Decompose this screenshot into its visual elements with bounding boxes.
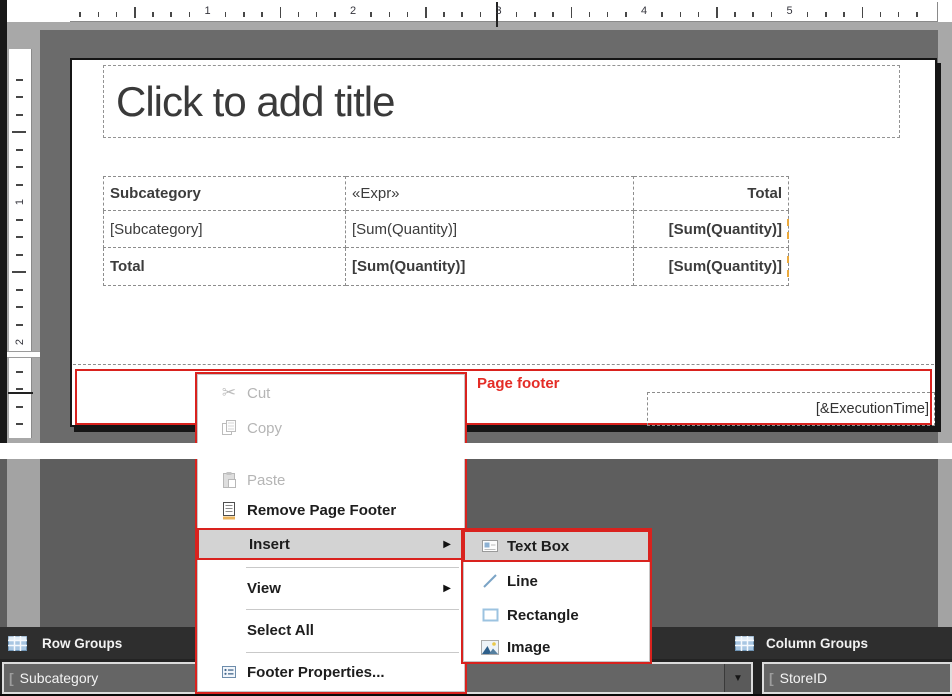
tablix-cell[interactable]: [Sum(Quantity)] <box>346 248 634 286</box>
tablix-cell[interactable]: [Sum(Quantity)] <box>346 211 634 248</box>
context-menu: ✂ Cut Copy Paste Remove Page Footer Inse… <box>195 372 467 694</box>
tablix-detail-row: [Subcategory] [Sum(Quantity)] [Sum(Quant… <box>104 211 789 248</box>
menu-item-view[interactable]: View ▶ <box>199 573 463 603</box>
tablix-cell[interactable]: «Expr» <box>346 177 634 211</box>
horizontal-ruler <box>70 2 938 22</box>
line-icon <box>473 573 507 589</box>
menu-separator <box>246 652 459 653</box>
tablix-cell[interactable]: Total <box>104 248 346 286</box>
ruler-cursor-indicator-y <box>8 392 33 394</box>
menu-item-paste[interactable]: Paste <box>199 465 463 495</box>
column-groups-grid-icon <box>735 636 754 651</box>
title-placeholder-text: Click to add title <box>116 78 394 126</box>
insert-submenu: Text Box Line Rectangle Image <box>461 528 652 664</box>
vertical-ruler <box>9 49 32 438</box>
group-bracket-icon: [ <box>9 670 14 686</box>
report-designer: 1234512 Click to add title Subcategory «… <box>0 0 952 696</box>
row-groups-label: Row Groups <box>42 636 122 651</box>
copy-icon <box>211 419 247 437</box>
tablix-cell[interactable]: Subcategory <box>104 177 346 211</box>
group-bracket-icon: [ <box>769 670 774 686</box>
submenu-arrow-icon: ▶ <box>443 583 451 594</box>
remove-page-footer-icon <box>211 501 247 520</box>
menu-separator <box>246 609 459 610</box>
column-groups-label: Column Groups <box>766 636 868 651</box>
execution-time-value: [&ExecutionTime] <box>816 401 929 417</box>
left-edge <box>0 0 7 443</box>
tablix-cell[interactable]: [Sum(Quantity)] <box>634 248 789 286</box>
menu-item-insert[interactable]: Insert ▶ <box>197 528 465 560</box>
page-footer-annotation-label: Page footer <box>477 375 560 392</box>
body-footer-divider <box>73 364 934 365</box>
row-groups-header: Row Groups <box>8 627 122 659</box>
grouping-pane-items: [ Subcategory ▼ [ StoreID <box>0 659 952 694</box>
row-group-dropdown-button[interactable]: ▼ <box>724 664 751 692</box>
lower-left-margin <box>7 459 40 627</box>
column-group-item-label: StoreID <box>780 670 827 686</box>
lower-right-margin <box>938 459 952 627</box>
menu-item-remove-page-footer[interactable]: Remove Page Footer <box>199 495 463 525</box>
execution-time-textbox[interactable]: [&ExecutionTime] <box>647 392 935 426</box>
tablix-cell[interactable]: [Sum(Quantity)] <box>634 211 789 248</box>
title-placeholder-textbox[interactable]: Click to add title <box>103 65 900 138</box>
ruler-cursor-indicator-x <box>496 2 498 27</box>
screenshot-splice-band <box>0 443 952 459</box>
submenu-arrow-icon: ▶ <box>443 539 451 550</box>
menu-item-cut[interactable]: ✂ Cut <box>199 378 463 408</box>
footer-properties-icon <box>211 663 247 681</box>
tablix[interactable]: Subcategory «Expr» Total [Subcategory] [… <box>103 176 789 286</box>
column-groups-header: Column Groups <box>735 627 868 659</box>
menu-item-footer-properties[interactable]: Footer Properties... <box>199 657 463 687</box>
row-groups-grid-icon <box>8 636 27 651</box>
tablix-total-row: Total [Sum(Quantity)] [Sum(Quantity)] <box>104 248 789 286</box>
submenu-item-rectangle[interactable]: Rectangle <box>465 599 648 631</box>
tablix-cell[interactable]: [Subcategory] <box>104 211 346 248</box>
row-group-item-label: Subcategory <box>20 670 99 686</box>
paste-icon <box>211 471 247 489</box>
submenu-item-text-box[interactable]: Text Box <box>463 530 650 562</box>
scissors-icon: ✂ <box>222 383 236 403</box>
submenu-item-line[interactable]: Line <box>465 565 648 597</box>
image-icon <box>473 640 507 655</box>
ruler-section-notch <box>7 351 40 358</box>
column-group-item-storeid[interactable]: [ StoreID <box>762 662 952 694</box>
rectangle-icon <box>473 608 507 622</box>
chevron-down-icon: ▼ <box>733 673 743 684</box>
menu-item-copy[interactable]: Copy <box>199 413 463 443</box>
menu-separator <box>246 567 459 568</box>
menu-item-select-all[interactable]: Select All <box>199 615 463 645</box>
tablix-cell[interactable]: Total <box>634 177 789 211</box>
submenu-item-image[interactable]: Image <box>465 631 648 663</box>
text-box-icon <box>473 538 507 554</box>
tablix-header-row: Subcategory «Expr» Total <box>104 177 789 211</box>
